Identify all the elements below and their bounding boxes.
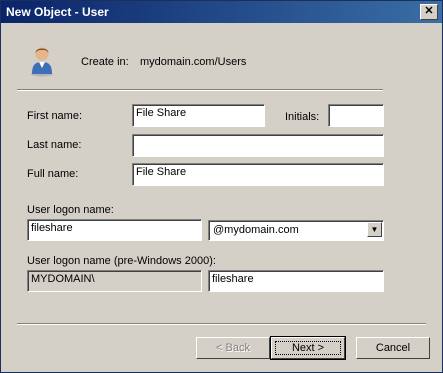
user-icon [29,43,55,77]
first-name-input[interactable]: File Share [132,104,265,127]
logon-name-input[interactable]: fileshare [27,219,202,241]
chevron-down-icon[interactable]: ▼ [367,222,382,237]
footer-separator [17,323,426,325]
back-button[interactable]: < Back [196,337,270,359]
upn-suffix-value: @mydomain.com [213,224,299,236]
initials-input[interactable] [328,104,384,127]
upn-suffix-select[interactable]: @mydomain.com ▼ [208,220,384,241]
initials-label: Initials: [285,111,320,123]
full-name-input[interactable]: File Share [132,163,384,186]
create-in-path: mydomain.com/Users [140,56,247,68]
focus-rect [275,341,341,355]
close-icon: ✕ [424,5,434,17]
pre2000-name-input[interactable]: fileshare [208,270,384,292]
pre2000-label: User logon name (pre-Windows 2000): [27,255,216,267]
new-object-user-dialog: New Object - User ✕ Create in: mydomain.… [0,0,443,373]
last-name-label: Last name: [27,139,82,151]
title-bar: New Object - User ✕ [1,1,442,23]
window-title: New Object - User [6,5,109,19]
logon-name-label: User logon name: [27,204,114,216]
header-separator [17,89,383,91]
close-button[interactable]: ✕ [420,4,438,20]
next-button[interactable]: Next > [270,336,346,360]
full-name-label: Full name: [27,168,79,180]
last-name-input[interactable] [132,134,384,157]
cancel-button[interactable]: Cancel [356,337,430,359]
pre2000-domain-field: MYDOMAIN\ [27,270,202,292]
create-in-label: Create in: [81,56,129,68]
first-name-label: First name: [27,110,83,122]
